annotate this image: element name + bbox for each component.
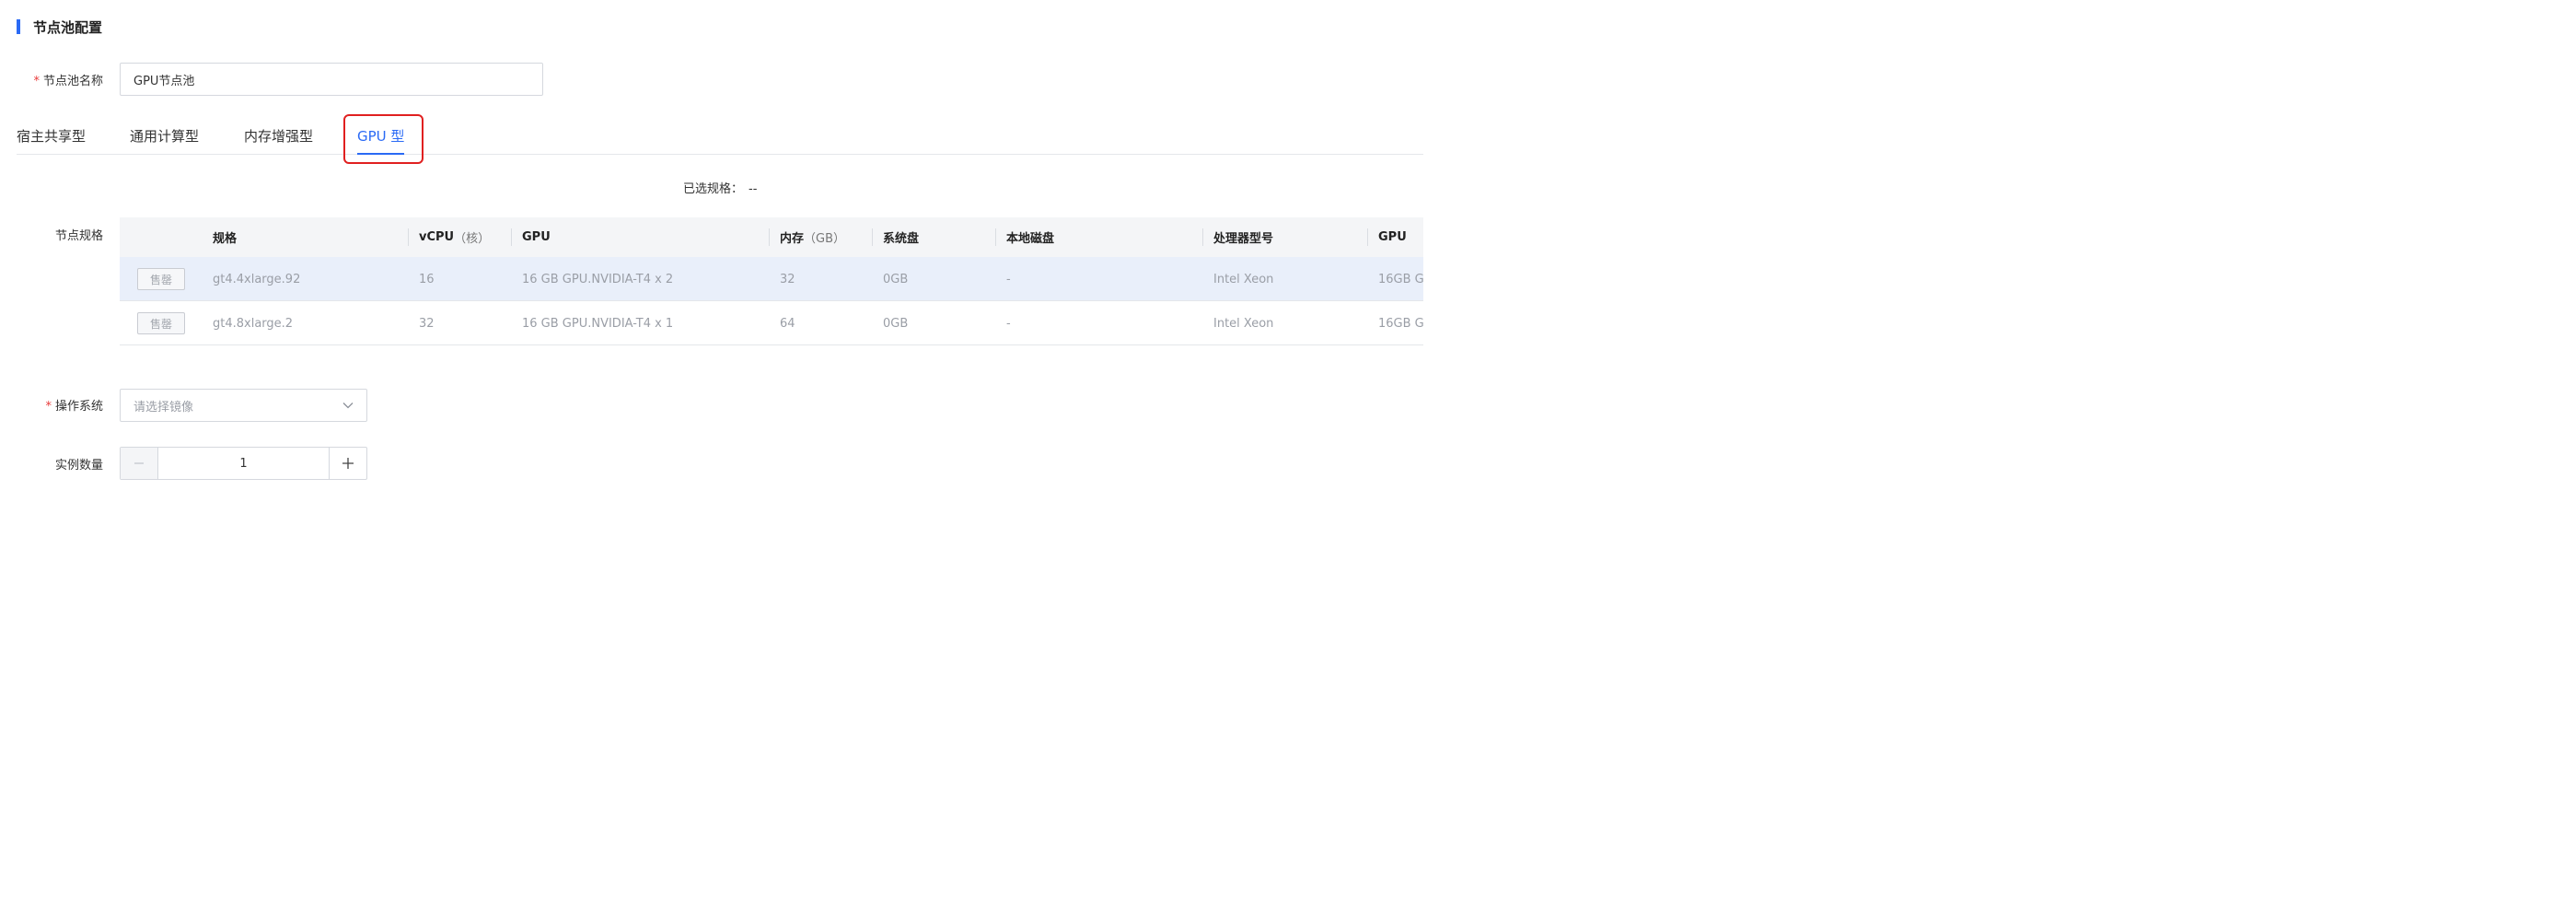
table-row[interactable]: 售罄 gt4.8xlarge.2 32 16 GB GPU.NVIDIA-T4 … (120, 301, 1423, 345)
instance-type-tabs: 宿主共享型 通用计算型 内存增强型 GPU 型 (17, 116, 1423, 155)
sold-out-badge: 售罄 (137, 312, 185, 334)
col-system-disk: 系统盘 (883, 232, 920, 246)
col-divider (511, 228, 512, 246)
col-divider (1367, 228, 1368, 246)
plus-icon (342, 458, 354, 469)
spec-label-text: 节点规格 (54, 229, 103, 243)
active-tab-indicator (357, 153, 405, 155)
cell-gpu: 16 GB GPU.NVIDIA-T4 x 2 (522, 272, 674, 286)
col-local-disk: 本地磁盘 (1006, 232, 1055, 246)
pool-name-input[interactable]: GPU节点池 (120, 63, 543, 96)
tab-shared[interactable]: 宿主共享型 (17, 116, 86, 155)
cell-memory: 32 (780, 272, 795, 286)
tab-label: 宿主共享型 (17, 127, 87, 145)
tab-label: GPU 型 (357, 127, 405, 145)
selected-spec-value: -- (748, 182, 758, 196)
os-label: * 操作系统 (45, 396, 103, 414)
table-row[interactable]: 售罄 gt4.4xlarge.92 16 16 GB GPU.NVIDIA-T4… (120, 257, 1423, 301)
col-divider (408, 228, 409, 246)
instance-count-stepper: 1 (120, 447, 367, 480)
tab-gpu[interactable]: GPU 型 (357, 116, 405, 155)
tab-label: 内存增强型 (244, 127, 314, 145)
cell-spec: gt4.4xlarge.92 (213, 272, 301, 286)
cell-memory: 64 (780, 316, 795, 331)
col-divider (995, 228, 996, 246)
selected-spec-label: 已选规格： (683, 182, 744, 196)
cell-gpu: 16 GB GPU.NVIDIA-T4 x 1 (522, 316, 674, 331)
spec-label: 节点规格 (55, 226, 103, 243)
col-vcpu: vCPU （核） (419, 217, 490, 257)
required-mark: * (45, 400, 52, 414)
col-gpu: GPU (522, 230, 551, 244)
minus-icon (134, 462, 144, 464)
cell-gpu-memory: 16GB G (1378, 316, 1423, 331)
col-gpu-memory: GPU (1378, 230, 1407, 244)
sold-out-badge: 售罄 (137, 268, 185, 290)
col-vcpu-unit: （核） (454, 232, 491, 246)
os-label-text: 操作系统 (54, 400, 103, 414)
os-select[interactable]: 请选择镜像 (120, 389, 367, 422)
tab-memory-enhanced[interactable]: 内存增强型 (244, 116, 313, 155)
col-spec: 规格 (213, 232, 238, 246)
section-title: 节点池配置 (33, 18, 103, 36)
os-placeholder: 请选择镜像 (133, 400, 194, 414)
col-cpu-model: 处理器型号 (1213, 232, 1274, 246)
required-mark: * (33, 75, 40, 88)
cell-system-disk: 0GB (883, 272, 909, 286)
col-divider (1202, 228, 1203, 246)
cell-vcpu: 16 (419, 272, 435, 286)
tab-general-compute[interactable]: 通用计算型 (130, 116, 199, 155)
instances-label-text: 实例数量 (54, 459, 103, 473)
pool-name-value: GPU节点池 (133, 74, 195, 88)
col-divider (872, 228, 873, 246)
cell-spec: gt4.8xlarge.2 (213, 316, 294, 331)
cell-system-disk: 0GB (883, 316, 909, 331)
chevron-down-icon (342, 402, 354, 409)
cell-local-disk: - (1006, 272, 1011, 286)
cell-local-disk: - (1006, 316, 1011, 331)
section-header: 节点池配置 (17, 17, 102, 37)
tab-label: 通用计算型 (130, 127, 200, 145)
section-accent-bar (17, 19, 20, 34)
pool-name-label-text: 节点池名称 (42, 75, 103, 88)
decrement-button[interactable] (121, 448, 158, 479)
col-vcpu-text: vCPU (419, 230, 455, 244)
spec-table: 规格 vCPU （核） GPU 内存 （GB） 系统盘 本地磁盘 处理器型号 GPU… (120, 217, 1423, 346)
col-memory-unit: （GB） (804, 232, 846, 246)
pool-name-label: * 节点池名称 (33, 71, 103, 88)
selected-spec: 已选规格： -- (683, 179, 757, 196)
table-header: 规格 vCPU （核） GPU 内存 （GB） 系统盘 本地磁盘 处理器型号 GPU (120, 217, 1423, 257)
cell-cpu-model: Intel Xeon (1213, 316, 1274, 331)
col-memory-text: 内存 (780, 232, 805, 246)
col-divider (769, 228, 770, 246)
cell-vcpu: 32 (419, 316, 435, 331)
instance-count-value[interactable]: 1 (158, 448, 329, 479)
cell-cpu-model: Intel Xeon (1213, 272, 1274, 286)
instances-label: 实例数量 (55, 455, 103, 473)
col-memory: 内存 （GB） (780, 217, 845, 257)
increment-button[interactable] (329, 448, 366, 479)
cell-gpu-memory: 16GB G (1378, 272, 1423, 286)
